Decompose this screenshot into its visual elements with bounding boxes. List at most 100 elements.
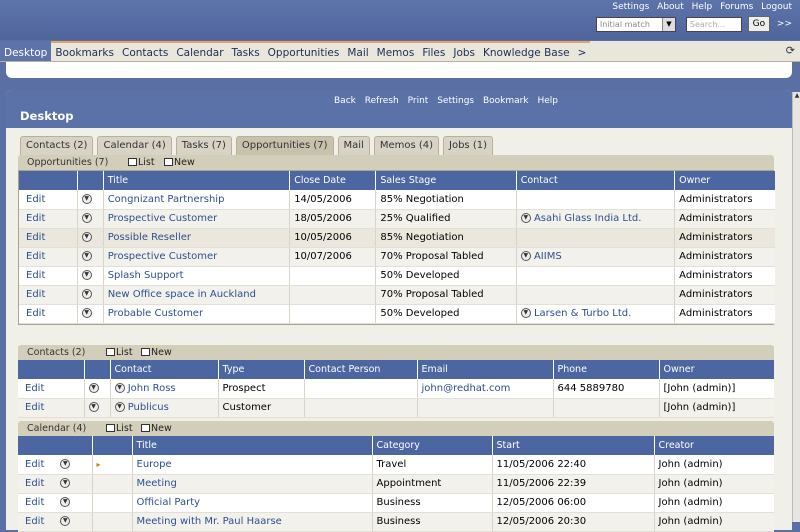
edit-link[interactable]: Edit ▼ [18, 493, 92, 513]
chevron-down-icon[interactable]: ▼ [81, 308, 92, 318]
chevron-down-icon[interactable]: ▼ [88, 402, 99, 412]
panel-settings-link[interactable]: Settings [437, 96, 474, 106]
event-title-link[interactable]: Meeting [131, 474, 372, 494]
chevron-down-icon[interactable]: ▼ [81, 251, 92, 261]
settings-link[interactable]: Settings [612, 2, 649, 12]
chevron-down-icon[interactable]: ▼ [520, 308, 531, 318]
col-contact-person[interactable]: Contact Person [303, 360, 417, 379]
opportunity-title-link[interactable]: Prospective Customer [102, 247, 290, 267]
col-creator[interactable]: Creator [653, 436, 774, 455]
event-title-link[interactable]: Europe [131, 455, 372, 475]
tab-files[interactable]: Files [418, 41, 450, 61]
email-link[interactable]: john@redhat.com [416, 379, 553, 399]
col-title[interactable]: Title [131, 436, 372, 455]
chevron-down-icon[interactable]: ▼ [520, 251, 531, 261]
print-link[interactable]: Print [408, 96, 429, 106]
edit-link[interactable]: Edit [19, 190, 78, 210]
opportunities-list-link[interactable]: List [128, 155, 155, 170]
about-link[interactable]: About [657, 2, 684, 12]
search-input[interactable]: Search... [685, 16, 742, 32]
subtab-mail[interactable]: Mail [337, 136, 370, 155]
chevron-down-icon[interactable]: ▼ [520, 213, 531, 223]
tab-tasks[interactable]: Tasks [227, 41, 264, 61]
edit-link[interactable]: Edit [19, 209, 78, 229]
edit-link[interactable]: Edit ▼ [18, 474, 92, 494]
tab-bookmarks[interactable]: Bookmarks [51, 41, 118, 61]
col-email[interactable]: Email [416, 360, 553, 379]
chevron-down-icon[interactable]: ▼ [661, 17, 675, 31]
contact-link[interactable]: Publicus [128, 402, 169, 413]
go-button[interactable]: Go [747, 16, 770, 32]
tab-knowledge-base[interactable]: Knowledge Base [479, 41, 574, 61]
contact-link[interactable]: AIIMS [534, 251, 562, 262]
opportunity-title-link[interactable]: Probable Customer [102, 304, 290, 324]
contact-link[interactable]: John Ross [128, 383, 176, 394]
edit-link[interactable]: Edit [19, 304, 78, 324]
opportunities-new-link[interactable]: New [164, 155, 195, 170]
chevron-down-icon[interactable]: ▼ [60, 458, 71, 469]
col-title[interactable]: Title [102, 171, 290, 190]
calendar-new-link[interactable]: New [141, 421, 172, 436]
tab-jobs[interactable]: Jobs [449, 41, 480, 61]
col-type[interactable]: Type [217, 360, 304, 379]
subtab-opportunities[interactable]: Opportunities (7) [235, 136, 334, 155]
chevron-down-icon[interactable]: ▼ [114, 382, 125, 393]
email-link[interactable] [416, 398, 553, 418]
chevron-down-icon[interactable]: ▼ [60, 516, 71, 526]
logout-link[interactable]: Logout [761, 2, 792, 12]
bookmark-link[interactable]: Bookmark [483, 96, 529, 106]
opportunity-title-link[interactable]: Splash Support [102, 266, 290, 286]
tab-mail[interactable]: Mail [343, 41, 373, 61]
col-contact[interactable]: Contact [109, 360, 218, 379]
chevron-down-icon[interactable]: ▼ [88, 382, 99, 393]
edit-link[interactable]: Edit [19, 228, 78, 248]
col-owner[interactable]: Owner [674, 171, 775, 190]
calendar-list-link[interactable]: List [106, 421, 133, 436]
panel-help-link[interactable]: Help [537, 96, 558, 106]
chevron-down-icon[interactable]: ▼ [114, 402, 125, 412]
match-select[interactable]: Initial match ▼ [595, 16, 676, 32]
chevron-down-icon[interactable]: ▼ [81, 213, 92, 223]
col-phone[interactable]: Phone [552, 360, 659, 379]
tab-memos[interactable]: Memos [372, 41, 419, 61]
tab-desktop[interactable]: Desktop [0, 41, 52, 61]
opportunity-title-link[interactable]: New Office space in Auckland [102, 285, 290, 305]
col-owner[interactable]: Owner [658, 360, 774, 379]
edit-link[interactable]: Edit [18, 398, 84, 418]
subtab-memos[interactable]: Memos (4) [373, 136, 440, 155]
tab-contacts[interactable]: Contacts [117, 41, 173, 61]
subtab-tasks[interactable]: Tasks (7) [175, 136, 232, 155]
scrollbar[interactable]: ▲ [792, 92, 800, 522]
scroll-up-icon[interactable]: ▲ [793, 92, 800, 102]
col-category[interactable]: Category [371, 436, 492, 455]
more-options-link[interactable]: >> [777, 19, 792, 29]
chevron-down-icon[interactable]: ▼ [60, 478, 71, 488]
contacts-new-link[interactable]: New [141, 345, 172, 360]
back-link[interactable]: Back [334, 96, 356, 106]
subtab-calendar[interactable]: Calendar (4) [97, 136, 172, 155]
edit-link[interactable]: Edit [19, 266, 78, 286]
refresh-icon[interactable]: ⟳ [786, 44, 795, 57]
refresh-link[interactable]: Refresh [365, 96, 399, 106]
opportunity-title-link[interactable]: Prospective Customer [102, 209, 290, 229]
opportunity-title-link[interactable]: Possible Reseller [102, 228, 290, 248]
edit-link[interactable]: Edit [19, 285, 78, 305]
contacts-list-link[interactable]: List [106, 345, 133, 360]
col-start[interactable]: Start [491, 436, 654, 455]
chevron-down-icon[interactable]: ▼ [81, 289, 92, 299]
help-link[interactable]: Help [692, 2, 713, 12]
tab-more[interactable]: > [573, 41, 591, 61]
chevron-down-icon[interactable]: ▼ [81, 193, 92, 204]
subtab-contacts[interactable]: Contacts (2) [20, 136, 94, 155]
edit-link[interactable]: Edit ▼ [18, 455, 92, 475]
col-close-date[interactable]: Close Date [289, 171, 376, 190]
edit-link[interactable]: Edit [18, 379, 84, 399]
contact-link[interactable]: Larsen & Turbo Ltd. [534, 308, 631, 319]
chevron-down-icon[interactable]: ▼ [81, 232, 92, 242]
chevron-down-icon[interactable]: ▼ [60, 497, 71, 507]
edit-link[interactable]: Edit [19, 247, 78, 267]
chevron-down-icon[interactable]: ▼ [81, 270, 92, 280]
tab-calendar[interactable]: Calendar [172, 41, 228, 61]
col-contact[interactable]: Contact [515, 171, 675, 190]
forums-link[interactable]: Forums [720, 2, 753, 12]
